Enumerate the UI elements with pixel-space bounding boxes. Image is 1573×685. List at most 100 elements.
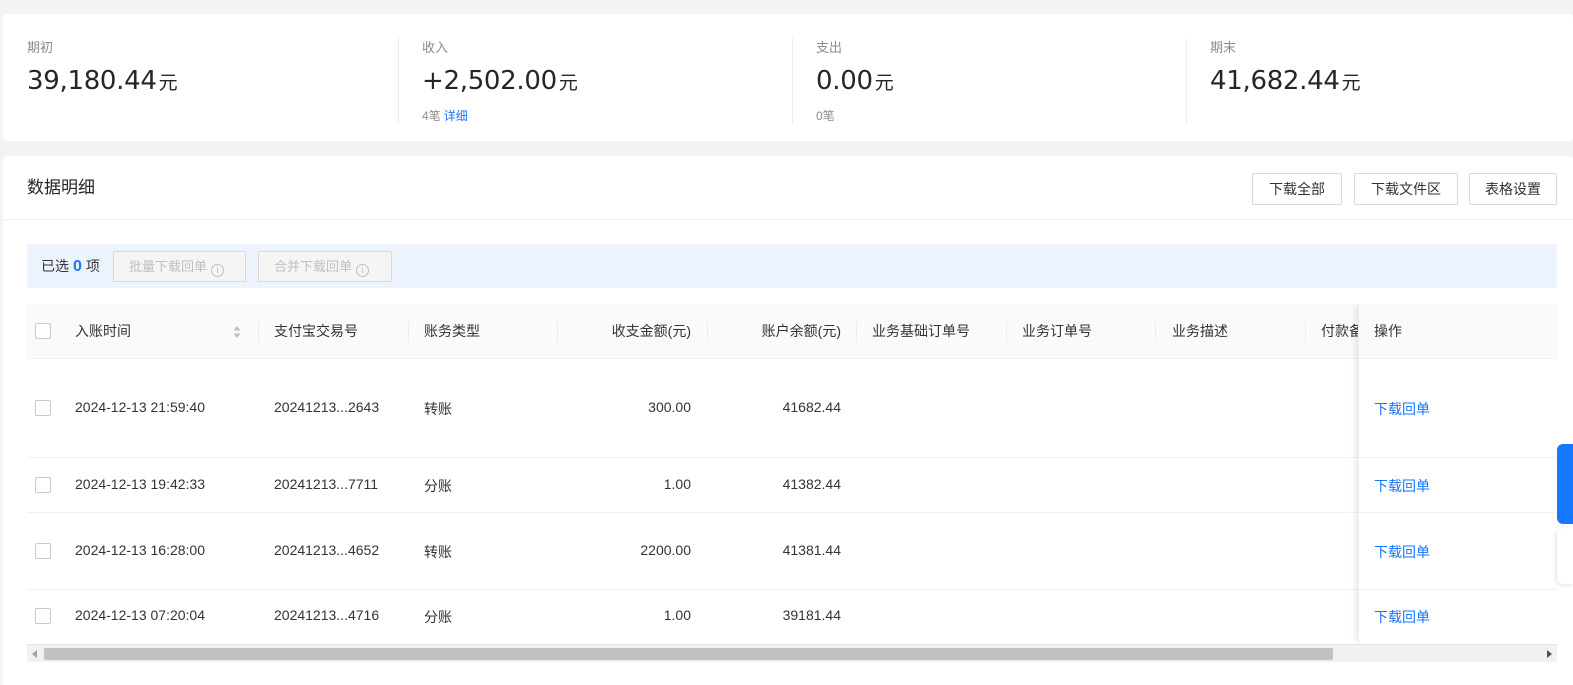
cell-amount: 300.00 (648, 399, 691, 415)
column-separator (1155, 321, 1156, 342)
stat-closing: 期末 41,682.44 元 (1210, 38, 1361, 126)
table-header: 入账时间 支付宝交易号 账务类型 收支金额(元) 账户余额(元) 业务基础订单号… (27, 304, 1557, 359)
action-column: 操作 下载回单 下载回单 下载回单 下载回单 (1358, 304, 1557, 644)
select-all-checkbox[interactable] (35, 323, 51, 339)
col-time[interactable]: 入账时间 (75, 304, 131, 358)
data-table: 入账时间 支付宝交易号 账务类型 收支金额(元) 账户余额(元) 业务基础订单号… (27, 304, 1557, 644)
cell-amount: 2200.00 (640, 542, 691, 558)
action-header: 操作 (1359, 304, 1557, 359)
col-remark: 付款备 (1321, 323, 1363, 339)
cell-trade-no: 20241213...4716 (274, 607, 380, 623)
stat-unit: 元 (1341, 73, 1361, 94)
cell-time: 2024-12-13 16:28:00 (75, 542, 205, 558)
col-balance: 账户余额(元) (761, 323, 841, 339)
income-detail-link[interactable]: 详细 (444, 109, 468, 123)
table-row: 2024-12-13 07:20:04 20241213...4716 分账 1… (27, 590, 1557, 644)
download-receipt-link[interactable]: 下载回单 (1374, 399, 1430, 419)
batch-download-button[interactable]: 批量下载回单 i (113, 251, 246, 282)
selection-prefix: 已选 (41, 258, 69, 274)
divider (1186, 38, 1187, 125)
col-amount: 收支金额(元) (611, 323, 691, 339)
col-base-order: 业务基础订单号 (872, 323, 970, 339)
cell-type: 分账 (424, 478, 452, 494)
cell-amount: 1.00 (663, 607, 691, 623)
stat-count: 4笔 (422, 109, 441, 123)
data-detail-panel: 数据明细 下载全部 下载文件区 表格设置 已选 0 项 批量下载回单 i 合并下载回单… (3, 156, 1573, 685)
selection-suffix: 项 (85, 258, 100, 274)
cell-trade-no: 20241213...7711 (274, 476, 379, 492)
cell-trade-no: 20241213...2643 (274, 399, 380, 415)
stat-amount: 41,682.44 (1210, 66, 1340, 96)
batch-download-label: 批量下载回单 (129, 259, 208, 274)
detail-title: 数据明细 (27, 178, 95, 197)
scroll-left-icon[interactable] (32, 650, 37, 658)
download-receipt-link[interactable]: 下载回单 (1374, 607, 1430, 627)
cell-time: 2024-12-13 19:42:33 (75, 476, 205, 492)
scroll-right-icon[interactable] (1547, 650, 1552, 658)
table-row: 2024-12-13 19:42:33 20241213...7711 分账 1… (27, 458, 1557, 513)
download-all-button[interactable]: 下载全部 (1252, 173, 1342, 205)
cell-balance: 41382.44 (782, 476, 841, 492)
sort-icon[interactable] (233, 325, 241, 339)
stat-amount: 0.00 (816, 66, 873, 96)
col-order: 业务订单号 (1022, 323, 1092, 339)
row-checkbox[interactable] (35, 543, 51, 559)
divider (792, 38, 793, 125)
merge-download-label: 合并下载回单 (274, 259, 353, 274)
stat-label: 期末 (1210, 40, 1237, 55)
stat-income: 收入 +2,502.00 元 4笔 详细 (422, 38, 578, 126)
info-icon: i (356, 264, 370, 277)
selection-bar: 已选 0 项 批量下载回单 i 合并下载回单 i (27, 244, 1557, 288)
column-separator (258, 321, 259, 342)
cell-type: 分账 (424, 609, 452, 625)
stat-amount: 39,180.44 (27, 66, 157, 96)
info-icon: i (211, 264, 225, 277)
cell-amount: 1.00 (663, 476, 691, 492)
stat-unit: 元 (874, 73, 894, 94)
column-separator (1305, 321, 1306, 342)
download-receipt-link[interactable]: 下载回单 (1374, 542, 1430, 562)
stat-unit: 元 (158, 73, 178, 94)
stat-label: 收入 (422, 40, 449, 55)
cell-balance: 41381.44 (782, 542, 841, 558)
row-checkbox[interactable] (35, 608, 51, 624)
download-files-button[interactable]: 下载文件区 (1354, 173, 1458, 205)
stat-opening: 期初 39,180.44 元 (27, 38, 178, 126)
cell-time: 2024-12-13 07:20:04 (75, 607, 205, 623)
selection-count: 已选 0 项 (41, 256, 100, 277)
cell-balance: 41682.44 (782, 399, 841, 415)
cell-type: 转账 (424, 401, 452, 417)
side-float-tab[interactable] (1557, 444, 1573, 524)
download-receipt-link[interactable]: 下载回单 (1374, 476, 1430, 496)
table-row: 2024-12-13 16:28:00 20241213...4652 转账 2… (27, 513, 1557, 590)
stat-label: 期初 (27, 40, 54, 55)
merge-download-button[interactable]: 合并下载回单 i (258, 251, 392, 282)
action-cell: 下载回单 (1359, 359, 1557, 458)
selected-count: 0 (73, 258, 82, 275)
action-cell: 下载回单 (1359, 590, 1557, 644)
column-separator (856, 321, 857, 342)
col-desc: 业务描述 (1172, 323, 1228, 339)
column-separator (707, 321, 708, 342)
column-separator (557, 321, 558, 342)
cell-balance: 39181.44 (782, 607, 841, 623)
horizontal-scrollbar[interactable] (27, 644, 1557, 662)
side-float-tab-secondary[interactable] (1557, 528, 1573, 584)
cell-trade-no: 20241213...4652 (274, 542, 380, 558)
action-cell: 下载回单 (1359, 458, 1557, 513)
row-checkbox[interactable] (35, 477, 51, 493)
action-cell: 下载回单 (1359, 513, 1557, 590)
table-settings-button[interactable]: 表格设置 (1469, 173, 1557, 205)
col-type: 账务类型 (424, 323, 480, 339)
col-trade-no: 支付宝交易号 (274, 323, 358, 339)
scrollbar-thumb[interactable] (44, 648, 1333, 660)
row-checkbox[interactable] (35, 400, 51, 416)
column-separator (408, 321, 409, 342)
summary-card: 期初 39,180.44 元 收入 +2,502.00 元 4笔 详细 支出 0.00… (3, 14, 1573, 141)
col-action: 操作 (1374, 323, 1402, 339)
stat-count: 0笔 (816, 109, 835, 123)
cell-type: 转账 (424, 544, 452, 560)
stat-expense: 支出 0.00 元 0笔 (816, 38, 894, 126)
detail-header: 数据明细 下载全部 下载文件区 表格设置 (3, 156, 1573, 220)
table-row: 2024-12-13 21:59:40 20241213...2643 转账 3… (27, 359, 1557, 458)
